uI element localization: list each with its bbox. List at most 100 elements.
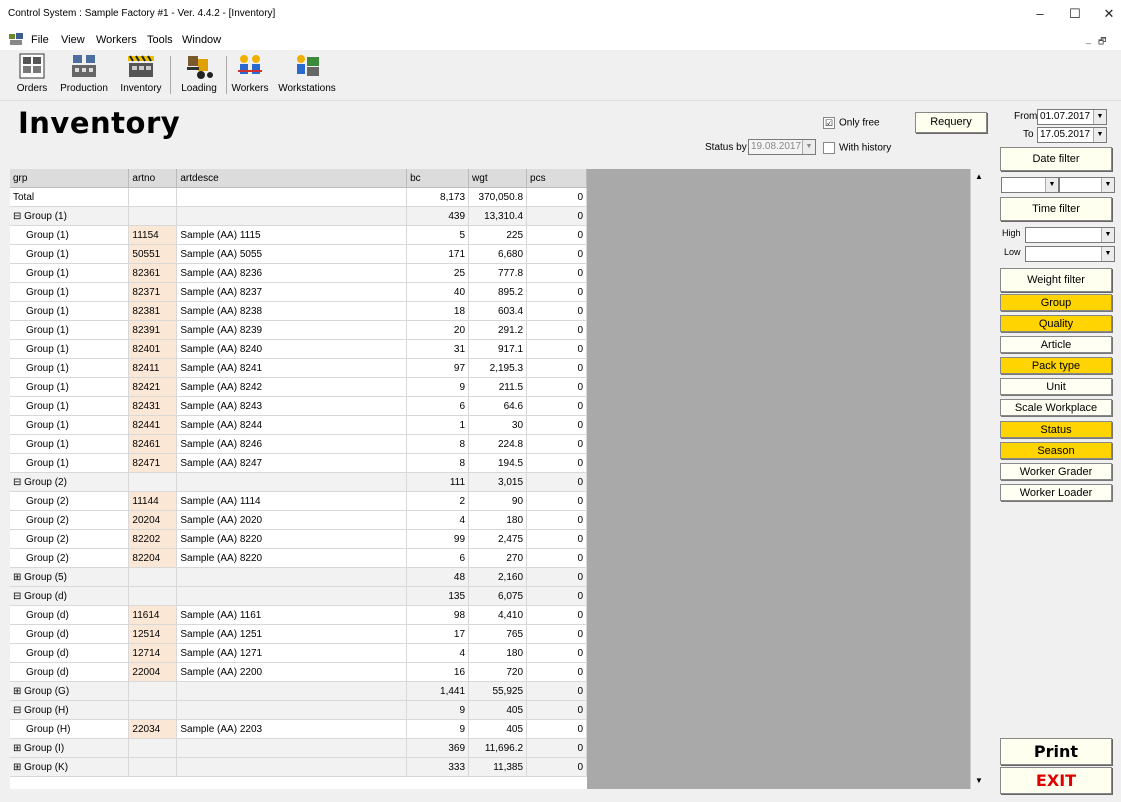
workstations-button[interactable]: Workstations [272,53,342,97]
group-row[interactable]: ⊞ Group (I) 369 11,696.2 0 [10,738,587,758]
cell-wgt: 777.8 [468,263,528,283]
pack-type-toggle[interactable]: Pack type [1000,357,1112,374]
cell-pcs: 0 [526,434,587,454]
loading-button[interactable]: Loading [176,53,222,97]
table-row[interactable]: Group (2) 11144 Sample (AA) 1114 2 90 0 [10,491,587,511]
workers-button[interactable]: Workers [230,53,270,97]
vertical-scrollbar[interactable]: ▲ ▼ [970,169,987,789]
table-row[interactable]: Group (d) 12714 Sample (AA) 1271 4 180 0 [10,643,587,663]
table-row[interactable]: Group (1) 82371 Sample (AA) 8237 40 895.2 0 [10,282,587,302]
scroll-up-icon[interactable]: ▲ [972,170,986,184]
status-by-select[interactable]: 19.08.2017 ▼ [748,139,816,155]
scroll-down-icon[interactable]: ▼ [972,774,986,788]
status-toggle[interactable]: Status [1000,421,1112,438]
group-row[interactable]: ⊟ Group (d) 135 6,075 0 [10,586,587,606]
column-header-wgt[interactable]: wgt [468,169,528,188]
only-free-checkbox[interactable]: ☑ Only free [823,117,880,129]
table-row[interactable]: Group (1) 82361 Sample (AA) 8236 25 777.8 0 [10,263,587,283]
print-button[interactable]: Print [1000,738,1112,765]
date-filter-button[interactable]: Date filter [1000,147,1112,171]
table-row[interactable]: Group (1) 11154 Sample (AA) 1115 5 225 0 [10,225,587,245]
cell-pcs: 0 [526,510,587,530]
group-row[interactable]: ⊞ Group (K) 333 11,385 0 [10,757,587,777]
group-row[interactable]: ⊞ Group (G) 1,441 55,925 0 [10,681,587,701]
worker-grader-toggle[interactable]: Worker Grader [1000,463,1112,480]
menu-view[interactable]: View [61,34,85,46]
exit-button[interactable]: EXIT [1000,767,1112,794]
table-row[interactable]: Group (1) 82461 Sample (AA) 8246 8 224.8 0 [10,434,587,454]
cell-grp: Group (2) [10,510,130,530]
group-toggle[interactable]: Group [1000,294,1112,311]
menu-window[interactable]: Window [182,34,221,46]
column-header-grp[interactable]: grp [10,169,130,188]
production-button[interactable]: Production [56,53,112,97]
with-history-checkbox[interactable]: With history [823,142,891,154]
menu-bar: File View Workers Tools Window _ 🗗 [0,30,1121,50]
time-from-select[interactable]: ▼ [1001,177,1059,193]
season-toggle[interactable]: Season [1000,442,1112,459]
table-row[interactable]: Group (2) 82204 Sample (AA) 8220 6 270 0 [10,548,587,568]
table-row[interactable]: Group (1) 82381 Sample (AA) 8238 18 603.4 0 [10,301,587,321]
table-row[interactable]: Group (2) 20204 Sample (AA) 2020 4 180 0 [10,510,587,530]
table-row[interactable]: Group (d) 11614 Sample (AA) 1161 98 4,410 0 [10,605,587,625]
orders-button[interactable]: Orders [14,53,50,97]
column-header-bc[interactable]: bc [406,169,470,188]
weight-low-select[interactable]: ▼ [1025,246,1115,262]
cell-pcs: 0 [526,662,587,682]
group-row[interactable]: ⊞ Group (5) 48 2,160 0 [10,567,587,587]
page-title: Inventory [18,106,181,140]
cell-grp: ⊟ Group (2) [10,472,130,492]
group-row[interactable]: ⊟ Group (2) 111 3,015 0 [10,472,587,492]
cell-bc: 111 [406,472,470,492]
table-row[interactable]: Group (1) 82401 Sample (AA) 8240 31 917.1 0 [10,339,587,359]
table-row[interactable]: Group (H) 22034 Sample (AA) 2203 9 405 0 [10,719,587,739]
table-row[interactable]: Group (1) 82421 Sample (AA) 8242 9 211.5 0 [10,377,587,397]
cell-pcs: 0 [526,681,587,701]
time-to-select[interactable]: ▼ [1059,177,1115,193]
table-row[interactable]: Group (1) 82441 Sample (AA) 8244 1 30 0 [10,415,587,435]
table-row[interactable]: Group (d) 22004 Sample (AA) 2200 16 720 0 [10,662,587,682]
cell-artdesce: Sample (AA) 2200 [176,662,408,682]
table-row[interactable]: Group (2) 82202 Sample (AA) 8220 99 2,475 0 [10,529,587,549]
minimize-button[interactable]: – [1025,6,1055,21]
total-row[interactable]: Total 8,173 370,050.8 0 [10,187,587,207]
column-header-artdesce[interactable]: artdesce [176,169,408,188]
to-date-select[interactable]: 17.05.2017 ▼ [1037,127,1107,143]
time-filter-button[interactable]: Time filter [1000,197,1112,221]
weight-filter-button[interactable]: Weight filter [1000,268,1112,292]
cell-artdesce [176,757,408,777]
column-header-artno[interactable]: artno [128,169,178,188]
table-row[interactable]: Group (1) 82471 Sample (AA) 8247 8 194.5 0 [10,453,587,473]
low-label: Low [1004,247,1021,257]
maximize-button[interactable]: ☐ [1060,6,1090,22]
table-row[interactable]: Group (1) 50551 Sample (AA) 5055 171 6,680 0 [10,244,587,264]
quality-toggle[interactable]: Quality [1000,315,1112,332]
menu-file[interactable]: File [31,34,49,46]
weight-high-select[interactable]: ▼ [1025,227,1115,243]
requery-button[interactable]: Requery [915,112,987,133]
scale-workplace-toggle[interactable]: Scale Workplace [1000,399,1112,416]
article-toggle[interactable]: Article [1000,336,1112,353]
table-row[interactable]: Group (1) 82431 Sample (AA) 8243 6 64.6 0 [10,396,587,416]
column-header-pcs[interactable]: pcs [526,169,587,188]
cell-pcs: 0 [526,377,587,397]
group-row[interactable]: ⊟ Group (H) 9 405 0 [10,700,587,720]
menu-tools[interactable]: Tools [147,34,173,46]
table-row[interactable]: Group (d) 12514 Sample (AA) 1251 17 765 0 [10,624,587,644]
worker-loader-toggle[interactable]: Worker Loader [1000,484,1112,501]
inventory-grid[interactable]: grp artno artdesce bc wgt pcs Total 8,173… [10,169,587,789]
workstations-icon [297,55,319,76]
close-button[interactable]: ✕ [1094,6,1121,22]
to-date-value: 17.05.2017 [1040,129,1091,140]
from-date-select[interactable]: 01.07.2017 ▼ [1037,109,1107,125]
group-row[interactable]: ⊟ Group (1) 439 13,310.4 0 [10,206,587,226]
unit-toggle[interactable]: Unit [1000,378,1112,395]
cell-bc: 8 [406,453,470,473]
cell-artno: 82471 [128,453,178,473]
menu-workers[interactable]: Workers [96,34,137,46]
mdi-minimize-button[interactable]: _ [1086,34,1091,44]
mdi-restore-button[interactable]: 🗗 [1098,34,1106,50]
inventory-button[interactable]: Inventory [118,53,164,97]
table-row[interactable]: Group (1) 82391 Sample (AA) 8239 20 291.2 0 [10,320,587,340]
table-row[interactable]: Group (1) 82411 Sample (AA) 8241 97 2,195.3 0 [10,358,587,378]
